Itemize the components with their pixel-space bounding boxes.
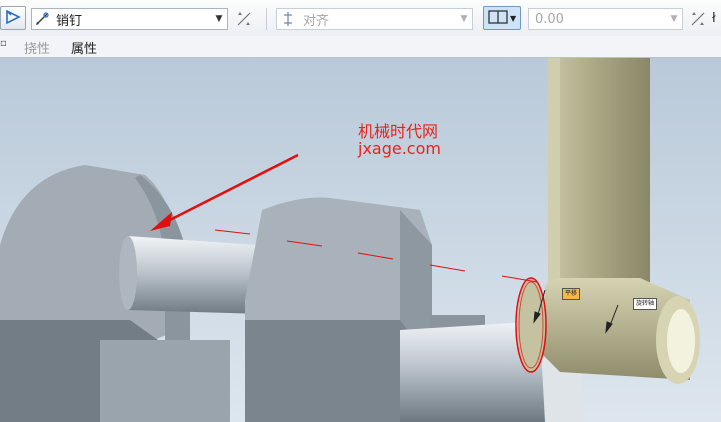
tab-properties[interactable]: 属性 [71,38,97,57]
toolbar-divider [266,8,267,30]
translation-tag[interactable]: 平移 [562,288,581,300]
constraint-type-select[interactable]: 销钉 ▼ [31,8,228,30]
model-viewport[interactable]: 机械时代网 jxage.com 平移 旋转轴 [0,58,721,422]
dashboard-tabs [0,36,721,58]
flip-icon[interactable] [235,10,253,28]
dashboard-toolbar: 销钉 ▼ 对齐 ▼ ▼ 0.00 ▼ ł [0,0,721,36]
plane-toggle-button[interactable]: ▼ [483,6,521,30]
chevron-down-icon: ▼ [510,13,517,23]
pin-icon [32,11,52,27]
offset-value: 0.00 [535,11,564,27]
tab-placement[interactable]: ▫ [0,38,7,49]
align-icon [277,11,299,27]
orient-flip-icon[interactable] [689,10,707,28]
constraint-subtype-value: 对齐 [303,13,330,29]
chevron-down-icon: ▼ [670,14,678,24]
tab-flexibility[interactable]: 挠性 [24,38,50,57]
watermark-url: jxage.com [358,139,441,158]
constraint-subtype-select[interactable]: 对齐 ▼ [276,8,473,30]
constraint-type-value: 销钉 [56,13,83,29]
assembly-model-render [0,58,721,422]
clipped-toolbar-label: ł [712,11,716,26]
plane-toggle-icon [487,9,509,28]
chevron-down-icon: ▼ [215,14,223,24]
offset-value-field[interactable]: 0.00 ▼ [528,8,683,30]
connection-icon [4,8,22,29]
rotation-axis-tag[interactable]: 旋转轴 [633,298,658,310]
connection-type-button[interactable] [0,6,26,30]
chevron-down-icon: ▼ [460,14,468,24]
